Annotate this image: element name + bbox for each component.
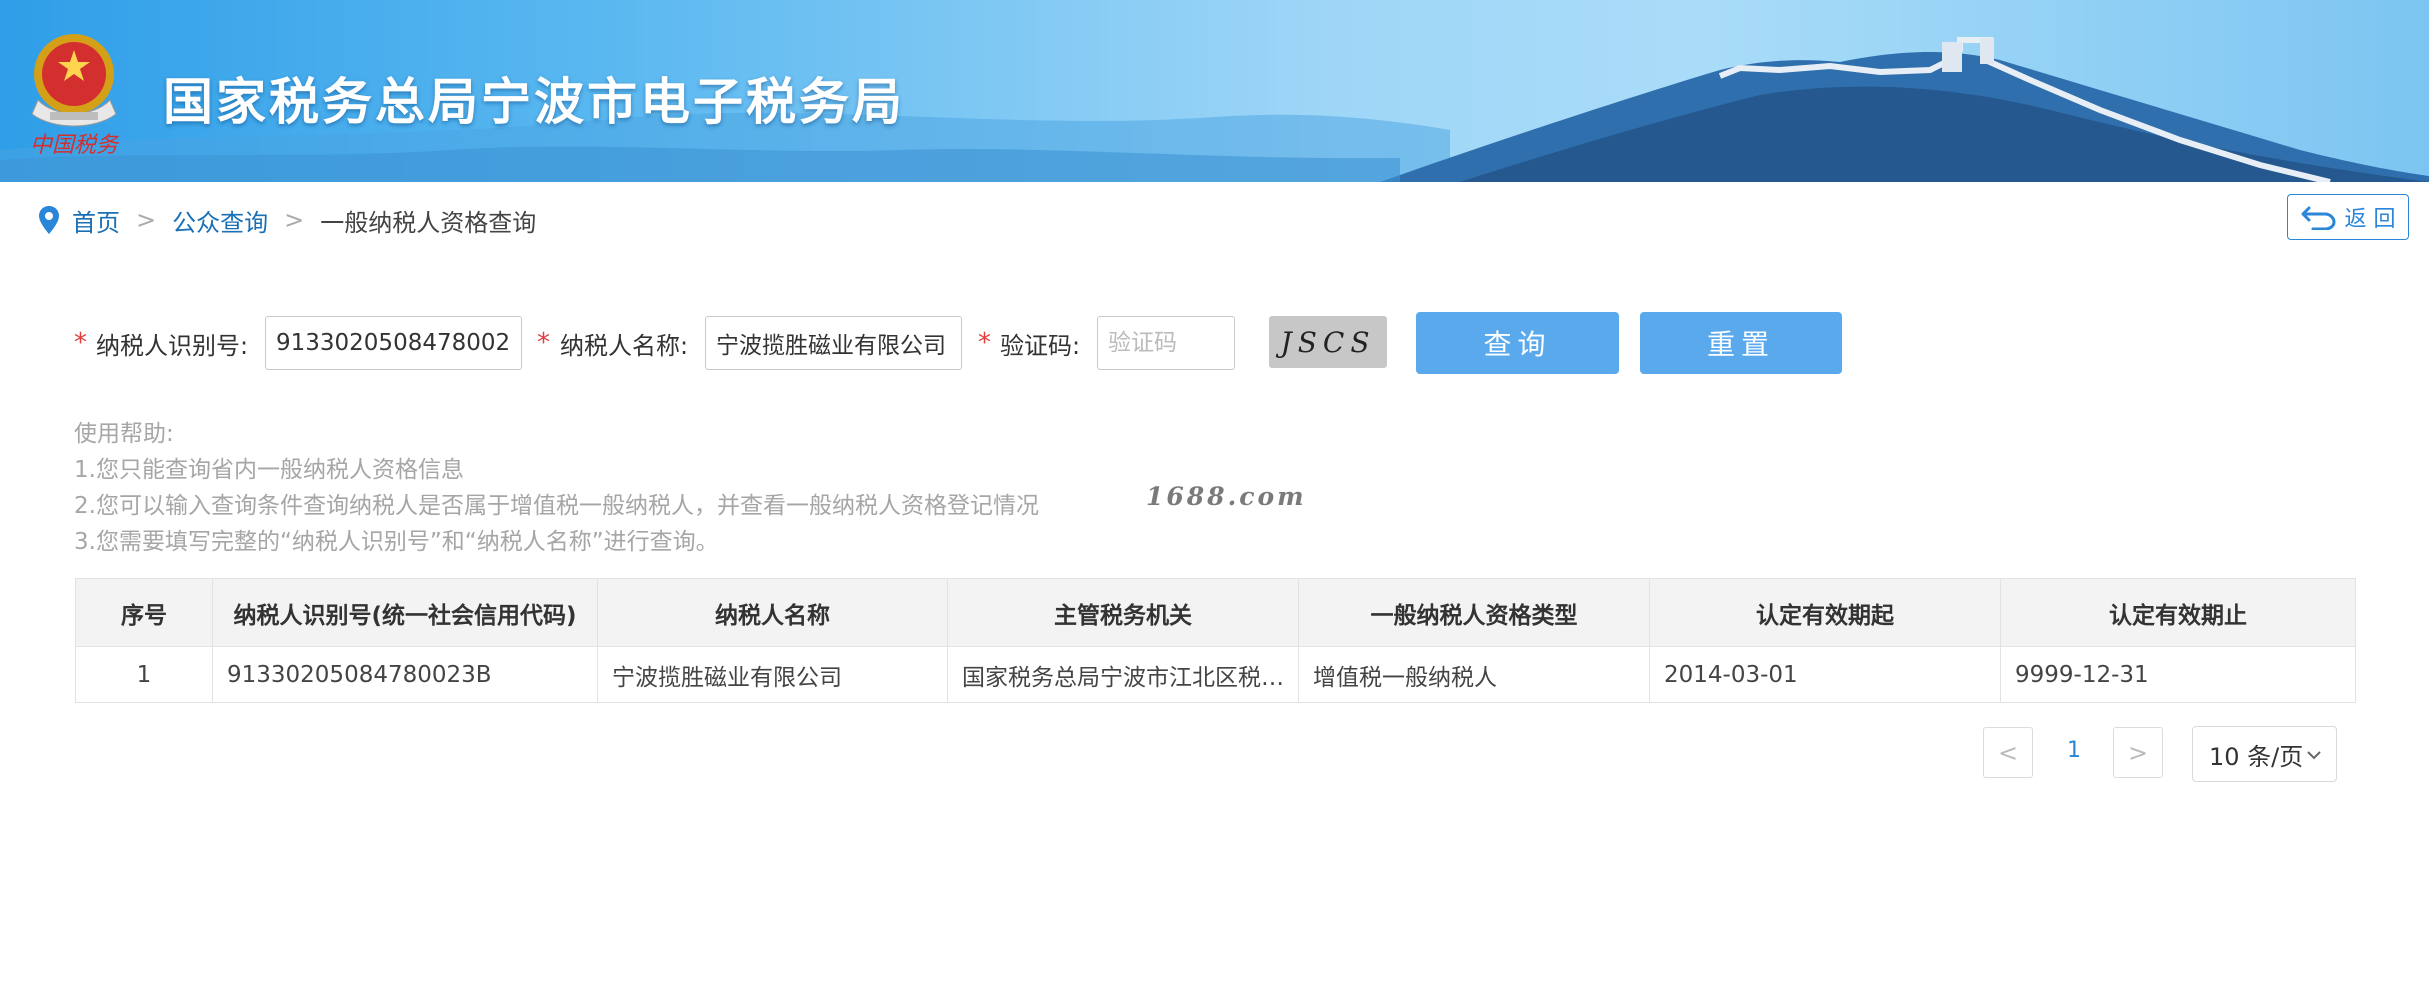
required-mark: * <box>978 328 991 358</box>
column-header: 序号 <box>75 578 213 647</box>
help-line: 3.您需要填写完整的“纳税人识别号”和“纳税人名称”进行查询。 <box>74 529 719 555</box>
header-banner: 中国税务 国家税务总局宁波市电子税务局 <box>0 0 2429 182</box>
prev-page-button[interactable]: < <box>1983 727 2033 778</box>
table-cell: 2014-03-01 <box>1649 646 2001 703</box>
breadcrumb-current: 一般纳税人资格查询 <box>320 208 537 237</box>
required-mark: * <box>74 328 87 358</box>
location-pin-icon <box>39 206 59 234</box>
taxpayer-name-input[interactable] <box>705 316 962 370</box>
column-header: 主管税务机关 <box>947 578 1299 647</box>
query-button[interactable]: 查询 <box>1416 312 1619 374</box>
table-cell: 国家税务总局宁波市江北区税务局 <box>947 646 1299 703</box>
return-arrow-icon <box>2301 206 2336 230</box>
watermark-text: 1688.com <box>1146 482 1307 511</box>
usage-help: 使用帮助: 1.您只能查询省内一般纳税人资格信息 2.您可以输入查询条件查询纳税… <box>74 416 1039 560</box>
help-line: 1.您只能查询省内一般纳税人资格信息 <box>74 457 464 483</box>
table-cell: 1 <box>75 646 213 703</box>
breadcrumb-home-link[interactable]: 首页 <box>72 203 120 238</box>
breadcrumb-section-link[interactable]: 公众查询 <box>172 203 268 238</box>
table-cell: 增值税一般纳税人 <box>1298 646 1650 703</box>
captcha-label: 验证码: <box>1000 332 1081 360</box>
table-cell: 宁波揽胜磁业有限公司 <box>597 646 948 703</box>
next-page-button[interactable]: > <box>2113 727 2163 778</box>
captcha-input[interactable] <box>1097 316 1235 370</box>
column-header: 纳税人名称 <box>597 578 948 647</box>
column-header: 认定有效期起 <box>1649 578 2001 647</box>
table-row: 1 91330205084780023B 宁波揽胜磁业有限公司 国家税务总局宁波… <box>75 646 2356 703</box>
breadcrumb-separator: > <box>136 206 157 234</box>
taxpayer-name-label: 纳税人名称: <box>560 332 689 360</box>
page-size-select[interactable]: 10 条/页 <box>2192 726 2337 782</box>
logo-caption: 中国税务 <box>30 133 120 158</box>
site-title: 国家税务总局宁波市电子税务局 <box>163 73 905 131</box>
taxpayer-id-label: 纳税人识别号: <box>96 332 249 360</box>
page-size-value: 10 条/页 <box>2209 742 2304 771</box>
query-form: * 纳税人识别号: * 纳税人名称: * 验证码: JSCS 查询 重置 <box>0 312 2429 374</box>
breadcrumb: 首页 > 公众查询 > 一般纳税人资格查询 <box>38 200 536 240</box>
taxpayer-id-input[interactable] <box>265 316 522 370</box>
table-cell: 9999-12-31 <box>2000 646 2356 703</box>
captcha-image[interactable]: JSCS <box>1269 316 1387 368</box>
chevron-down-icon <box>2307 751 2321 760</box>
back-button[interactable]: 返 回 <box>2287 194 2409 240</box>
current-page-number[interactable]: 1 <box>2054 738 2094 763</box>
table-header-row: 序号 纳税人识别号(统一社会信用代码) 纳税人名称 主管税务机关 一般纳税人资格… <box>75 578 2356 647</box>
reset-button[interactable]: 重置 <box>1640 312 1842 374</box>
column-header: 认定有效期止 <box>2000 578 2356 647</box>
breadcrumb-separator: > <box>284 206 305 234</box>
table-cell: 91330205084780023B <box>212 646 598 703</box>
result-table: 序号 纳税人识别号(统一社会信用代码) 纳税人名称 主管税务机关 一般纳税人资格… <box>75 578 2356 703</box>
tax-emblem-logo: 中国税务 <box>30 34 120 158</box>
column-header: 纳税人识别号(统一社会信用代码) <box>212 578 598 647</box>
column-header: 一般纳税人资格类型 <box>1298 578 1650 647</box>
help-title: 使用帮助: <box>74 421 174 447</box>
help-line: 2.您可以输入查询条件查询纳税人是否属于增值税一般纳税人，并查看一般纳税人资格登… <box>74 493 1039 519</box>
required-mark: * <box>537 328 550 358</box>
back-button-label: 返 回 <box>2344 207 2396 232</box>
